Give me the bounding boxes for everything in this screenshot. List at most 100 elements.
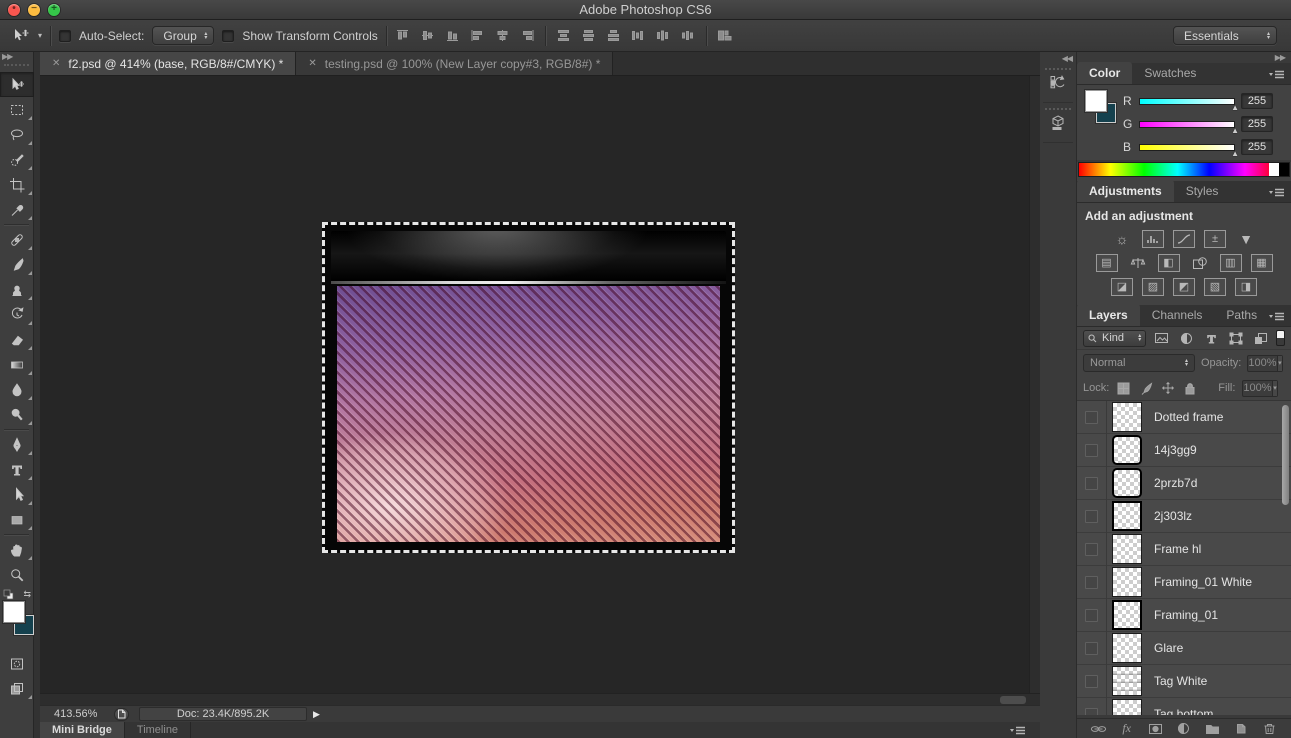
layer-thumbnail[interactable]: [1112, 567, 1142, 597]
expand-tools-icon[interactable]: ▶▶: [0, 52, 33, 64]
slider-thumb-icon[interactable]: ▲: [1231, 126, 1239, 135]
shape-filter-icon[interactable]: [1227, 330, 1246, 346]
threshold-icon[interactable]: ◩: [1173, 278, 1195, 296]
levels-icon[interactable]: [1142, 230, 1164, 248]
tab-mini-bridge[interactable]: Mini Bridge: [40, 722, 125, 738]
opacity-field[interactable]: 100% ▾: [1247, 355, 1283, 372]
visibility-checkbox[interactable]: [1085, 444, 1098, 457]
lock-all-icon[interactable]: [1182, 381, 1197, 396]
tool-rectangle-shape[interactable]: [0, 507, 34, 532]
lock-transparency-icon[interactable]: [1116, 381, 1131, 396]
blue-slider[interactable]: ▲: [1139, 144, 1235, 151]
visibility-checkbox[interactable]: [1085, 477, 1098, 490]
new-layer-icon[interactable]: [1232, 721, 1250, 737]
tab-swatches[interactable]: Swatches: [1132, 62, 1208, 84]
visibility-toggle[interactable]: [1077, 632, 1107, 665]
layers-scrollbar-thumb[interactable]: [1282, 405, 1289, 505]
auto-align-layers-icon[interactable]: [717, 29, 733, 42]
new-group-icon[interactable]: [1204, 721, 1222, 737]
white-swatch[interactable]: [1269, 163, 1279, 176]
blend-mode-dropdown[interactable]: Normal ▴▾: [1083, 354, 1195, 372]
align-left-edges-icon[interactable]: [470, 29, 485, 42]
layer-row[interactable]: Frame hl: [1077, 533, 1291, 566]
workspace-switcher-dropdown[interactable]: Essentials ▴▾: [1173, 26, 1277, 45]
tool-rectangular-marquee[interactable]: [0, 97, 34, 122]
pixel-filter-icon[interactable]: [1152, 330, 1171, 346]
vertical-scrollbar[interactable]: [1029, 76, 1040, 693]
opacity-dropdown-icon[interactable]: ▾: [1277, 356, 1283, 371]
black-swatch[interactable]: [1279, 163, 1289, 176]
lock-pixels-icon[interactable]: [1138, 381, 1153, 396]
tab-paths[interactable]: Paths: [1214, 304, 1269, 326]
align-top-edges-icon[interactable]: [395, 29, 410, 42]
layer-row[interactable]: Dotted frame: [1077, 401, 1291, 434]
layer-thumbnail[interactable]: [1112, 468, 1142, 498]
tool-move[interactable]: [0, 72, 34, 97]
layer-thumbnail[interactable]: [1112, 666, 1142, 696]
fill-dropdown-icon[interactable]: ▾: [1272, 381, 1278, 396]
canvas-area[interactable]: [40, 76, 1040, 693]
tool-gradient[interactable]: [0, 352, 34, 377]
new-adjustment-layer-icon[interactable]: [1175, 721, 1193, 737]
tool-dodge[interactable]: [0, 402, 34, 427]
tab-timeline[interactable]: Timeline: [125, 722, 191, 738]
tool-blur[interactable]: [0, 377, 34, 402]
invert-icon[interactable]: ◪: [1111, 278, 1133, 296]
panel-menu-icon[interactable]: [1269, 187, 1285, 197]
tab-styles[interactable]: Styles: [1174, 180, 1231, 202]
auto-select-checkbox[interactable]: [59, 30, 71, 42]
tool-eraser[interactable]: [0, 327, 34, 352]
screen-mode-button[interactable]: [0, 676, 34, 701]
tool-clone-stamp[interactable]: [0, 277, 34, 302]
auto-select-dropdown[interactable]: Group ▴▾: [152, 26, 214, 45]
tool-preset-chevron-icon[interactable]: ▾: [38, 31, 42, 40]
layer-thumbnail[interactable]: [1112, 402, 1142, 432]
photo-filter-icon[interactable]: [1189, 254, 1211, 272]
layer-row[interactable]: Glare: [1077, 632, 1291, 665]
red-slider[interactable]: ▲: [1139, 98, 1235, 105]
red-value-field[interactable]: 255: [1241, 93, 1273, 109]
move-tool-icon[interactable]: [10, 27, 30, 45]
tool-type[interactable]: T: [0, 457, 34, 482]
tool-history-brush[interactable]: [0, 302, 34, 327]
color-balance-icon[interactable]: [1127, 254, 1149, 272]
adjustment-filter-icon[interactable]: [1177, 330, 1196, 346]
tab-adjustments[interactable]: Adjustments: [1077, 180, 1174, 202]
quick-mask-button[interactable]: [0, 651, 34, 676]
layer-thumbnail[interactable]: [1112, 633, 1142, 663]
align-vertical-centers-icon[interactable]: [420, 29, 435, 42]
tool-crop[interactable]: [0, 172, 34, 197]
tool-quick-selection[interactable]: [0, 147, 34, 172]
foreground-color-swatch[interactable]: [1085, 90, 1107, 112]
visibility-checkbox[interactable]: [1085, 642, 1098, 655]
status-flyout-icon[interactable]: ▶: [313, 709, 320, 720]
layer-thumbnail[interactable]: [1112, 600, 1142, 630]
expand-dock-icon[interactable]: ◀◀: [1040, 52, 1076, 63]
zoom-window-button[interactable]: +: [48, 4, 60, 16]
properties-panel-button[interactable]: [1043, 105, 1073, 143]
visibility-toggle[interactable]: [1077, 401, 1107, 434]
channel-mixer-icon[interactable]: ▥: [1220, 254, 1242, 272]
visibility-checkbox[interactable]: [1085, 411, 1098, 424]
fill-field[interactable]: 100% ▾: [1242, 380, 1278, 397]
layer-thumbnail[interactable]: [1112, 501, 1142, 531]
lock-position-icon[interactable]: [1160, 381, 1175, 396]
tab-channels[interactable]: Channels: [1140, 304, 1215, 326]
layer-thumbnail[interactable]: [1112, 699, 1142, 715]
visibility-checkbox[interactable]: [1085, 609, 1098, 622]
foreground-color-swatch[interactable]: [3, 601, 25, 623]
panel-menu-icon[interactable]: [1269, 311, 1285, 321]
layer-row[interactable]: 2przb7d: [1077, 467, 1291, 500]
smart-object-filter-icon[interactable]: [1251, 330, 1270, 346]
hue-saturation-icon[interactable]: ▤: [1096, 254, 1118, 272]
layer-row[interactable]: Framing_01: [1077, 599, 1291, 632]
visibility-checkbox[interactable]: [1085, 708, 1098, 716]
distribute-horizontal-centers-icon[interactable]: [656, 29, 671, 42]
distribute-vertical-centers-icon[interactable]: [581, 29, 596, 42]
scrollbar-thumb[interactable]: [1000, 696, 1026, 704]
visibility-toggle[interactable]: [1077, 500, 1107, 533]
document-size-field[interactable]: Doc: 23.4K/895.2K: [139, 707, 307, 721]
green-value-field[interactable]: 255: [1241, 116, 1273, 132]
exposure-icon[interactable]: ±: [1204, 230, 1226, 248]
vibrance-icon[interactable]: ▼: [1235, 230, 1257, 248]
